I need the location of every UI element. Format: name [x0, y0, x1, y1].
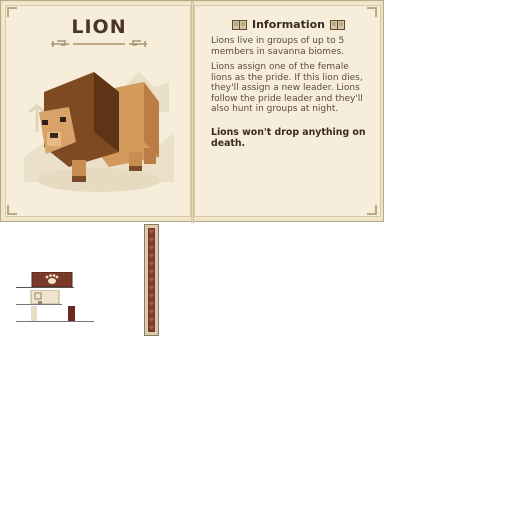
page-corner — [7, 7, 17, 17]
info-paragraph: Lions assign one of the female lions as … — [211, 62, 363, 115]
page-corner — [7, 205, 17, 215]
paw-tab-sprite — [16, 272, 74, 288]
book-icon — [232, 20, 247, 30]
scroll-strip-fill — [148, 228, 155, 332]
info-paragraph-bold: Lions won't drop anything on death. — [211, 127, 366, 149]
ui-sprite-pieces — [16, 290, 94, 322]
title-ornament — [51, 40, 147, 47]
page-corner — [367, 7, 377, 17]
scroll-pattern — [149, 229, 154, 330]
scroll-strip — [144, 224, 159, 336]
right-page: Information Lions live in groups of up t… — [194, 5, 381, 217]
book-icon — [330, 20, 345, 30]
page-corner — [367, 205, 377, 215]
lion-illustration — [24, 72, 174, 192]
info-header: Information — [195, 18, 382, 31]
page-title: LION — [71, 16, 127, 38]
info-header-label: Information — [252, 18, 325, 31]
info-paragraph: Lions live in groups of up to 5 members … — [211, 36, 345, 57]
guide-book: LION Information Lions live in groups of… — [0, 0, 384, 223]
left-page: LION — [5, 5, 191, 217]
